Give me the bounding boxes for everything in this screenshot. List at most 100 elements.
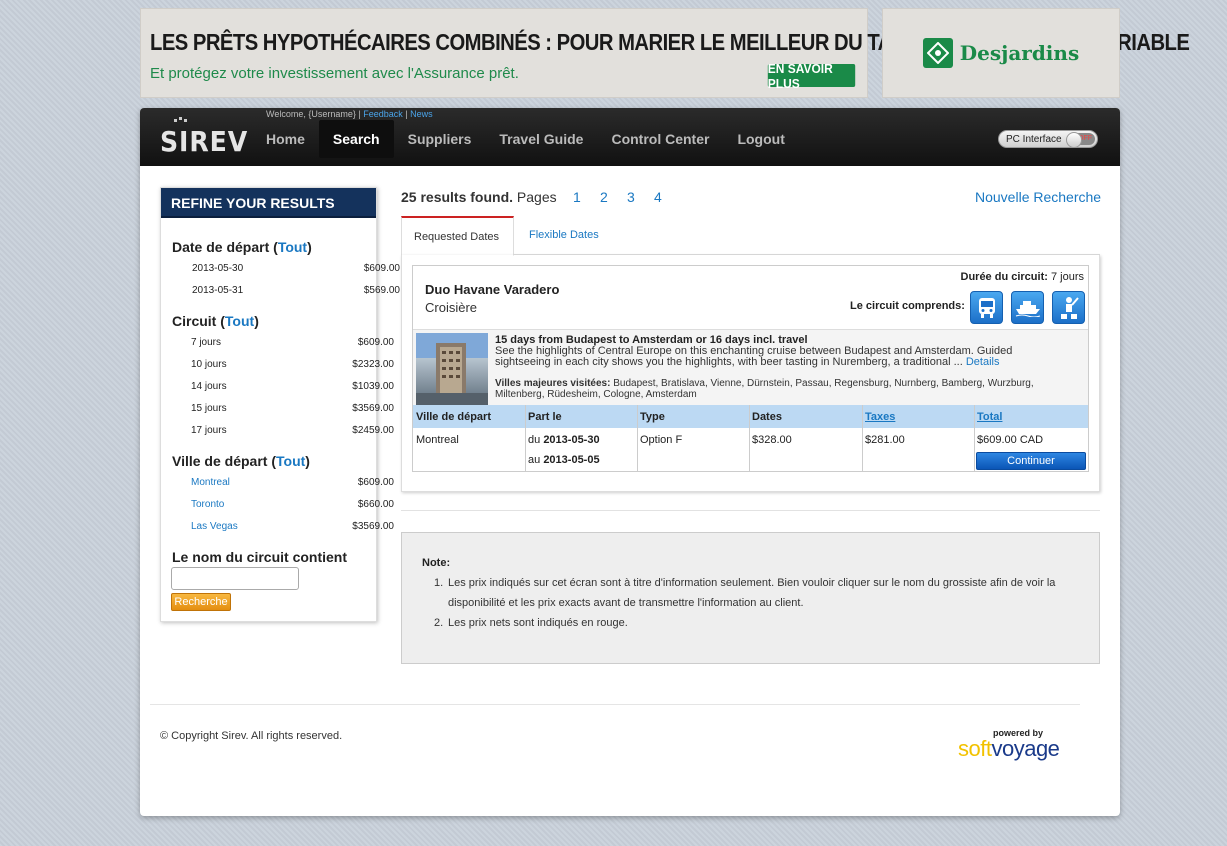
main-nav: Home Search Suppliers Travel Guide Contr… <box>252 120 799 158</box>
row-dates: $328.00 <box>752 434 792 446</box>
row-taxes: $281.00 <box>865 434 905 446</box>
nav-travel-guide[interactable]: Travel Guide <box>485 120 597 158</box>
pc-interface-label: PC Interface <box>1006 134 1062 145</box>
city-price: $3569.00 <box>352 521 394 532</box>
bus-icon <box>970 291 1003 324</box>
welcome-text: Welcome, {Username} | <box>266 109 361 119</box>
city-link[interactable]: Las Vegas <box>191 521 238 532</box>
pages-label: Pages <box>516 189 557 205</box>
main-container: SIREV Welcome, {Username} | Feedback | N… <box>140 108 1120 816</box>
circuit-price: $2459.00 <box>352 425 394 436</box>
results-summary: 25 results found. Pages <box>401 189 557 205</box>
circuit-thumbnail[interactable] <box>416 333 488 405</box>
new-search-link[interactable]: Nouvelle Recherche <box>975 189 1101 205</box>
col-type: Type <box>640 411 665 423</box>
dep-date-price: $609.00 <box>363 263 400 274</box>
logo-dots-icon <box>174 117 187 122</box>
dep-date-all-link[interactable]: Tout <box>278 239 307 255</box>
results-count: 25 results found. <box>401 189 514 205</box>
circuit-price: $609.00 <box>357 337 394 348</box>
col-departure-city: Ville de départ <box>416 411 491 423</box>
page-link[interactable]: 4 <box>654 189 681 205</box>
includes-label: Le circuit comprends: <box>850 300 965 312</box>
top-navbar: SIREV Welcome, {Username} | Feedback | N… <box>140 108 1120 166</box>
nav-suppliers[interactable]: Suppliers <box>394 120 486 158</box>
circuit-price: $3569.00 <box>352 403 394 414</box>
dep-date-value: 2013-05-30 <box>192 263 244 274</box>
desjardins-wordmark: Desjardins <box>959 41 1080 65</box>
filter-circuit-title: Circuit (Tout) <box>172 313 259 329</box>
col-taxes-sort[interactable]: Taxes <box>865 411 895 423</box>
feedback-link[interactable]: Feedback <box>363 109 403 119</box>
date-tabs: Requested Dates Flexible Dates <box>401 216 1100 256</box>
welcome-separator: | <box>405 109 408 119</box>
circuit-name-input[interactable] <box>171 567 299 590</box>
ad-cta-button[interactable]: EN SAVOIR PLUS <box>767 61 856 91</box>
filter-city-title: Ville de départ (Tout) <box>172 453 310 469</box>
ad-subline: Et protégez votre investissement avec l'… <box>150 65 519 82</box>
filter-dep-date-title: Date de départ (Tout) <box>172 239 312 255</box>
city-price: $660.00 <box>357 499 394 510</box>
pagination: 1 2 3 4 <box>573 189 681 205</box>
tab-flexible-dates[interactable]: Flexible Dates <box>517 216 611 255</box>
nav-logout[interactable]: Logout <box>723 120 798 158</box>
price-table-header: Ville de départ Part le Type Dates Taxes… <box>413 405 1088 428</box>
desjardins-logo-icon <box>922 38 953 68</box>
page-link[interactable]: 2 <box>600 189 627 205</box>
filter-name-title: Le nom du circuit contient <box>172 549 348 565</box>
activity-icon <box>1052 291 1085 324</box>
nav-search[interactable]: Search <box>318 120 394 158</box>
circuit-duration: 17 jours <box>191 425 227 436</box>
circuit-all-link[interactable]: Tout <box>225 313 254 329</box>
city-link[interactable]: Toronto <box>191 499 224 510</box>
softvoyage-logo[interactable]: softvoyage <box>958 736 1060 762</box>
circuit-card: Duo Havane Varadero Croisière Durée du c… <box>412 265 1089 472</box>
circuit-duration: Durée du circuit: 7 jours <box>960 271 1085 283</box>
circuit-price: $1039.00 <box>352 381 394 392</box>
note-title: Note: <box>422 557 451 569</box>
row-from: du 2013-05-30 <box>528 434 600 446</box>
circuit-duration: 10 jours <box>191 359 227 370</box>
col-dates: Dates <box>752 411 782 423</box>
row-city: Montreal <box>416 434 459 446</box>
circuit-description: 15 days from Budapest to Amsterdam or 16… <box>413 329 1088 405</box>
news-link[interactable]: News <box>410 109 433 119</box>
row-type: Option F <box>640 434 683 446</box>
city-all-link[interactable]: Tout <box>276 453 305 469</box>
circuit-duration: 15 jours <box>191 403 227 414</box>
col-departs: Part le <box>528 411 562 423</box>
circuit-title[interactable]: Duo Havane Varadero <box>425 282 559 297</box>
results-panel: Duo Havane Varadero Croisière Durée du c… <box>401 255 1100 492</box>
footer-divider <box>150 704 1080 705</box>
mortgage-ad-banner[interactable]: LES PRÊTS HYPOTHÉCAIRES COMBINÉS : POUR … <box>140 8 1190 98</box>
page-link[interactable]: 3 <box>627 189 654 205</box>
continue-button[interactable]: Continuer <box>976 452 1086 470</box>
pc-interface-toggle[interactable]: PC Interface OFF <box>998 130 1098 148</box>
refine-panel: REFINE YOUR RESULTS Date de départ (Tout… <box>160 187 400 622</box>
dep-date-value: 2013-05-31 <box>192 285 244 296</box>
nav-control-center[interactable]: Control Center <box>597 120 723 158</box>
cruise-ship-icon <box>1011 291 1044 324</box>
note-box: Note: 1. Les prix indiqués sur cet écran … <box>401 532 1100 664</box>
tab-requested-dates[interactable]: Requested Dates <box>401 216 514 256</box>
city-link[interactable]: Montreal <box>191 477 230 488</box>
col-total-sort[interactable]: Total <box>977 411 1002 423</box>
city-price: $609.00 <box>357 477 394 488</box>
includes-icons <box>970 291 1085 324</box>
copyright-text: © Copyright Sirev. All rights reserved. <box>160 730 343 742</box>
dep-date-price: $569.00 <box>363 285 400 296</box>
row-total: $609.00 CAD <box>977 434 1044 446</box>
details-link[interactable]: Details <box>966 356 1000 368</box>
circuit-price: $2323.00 <box>352 359 394 370</box>
circuit-type: Croisière <box>425 300 478 315</box>
sirev-logo[interactable]: SIREV <box>160 125 248 158</box>
toggle-switch[interactable]: OFF <box>1066 132 1095 148</box>
welcome-bar: Welcome, {Username} | Feedback | News <box>266 109 433 119</box>
desjardins-ad[interactable]: Desjardins <box>882 8 1120 98</box>
nav-home[interactable]: Home <box>252 120 319 158</box>
refine-search-button[interactable]: Recherche <box>171 593 231 611</box>
page-link[interactable]: 1 <box>573 189 600 205</box>
circuit-duration: 14 jours <box>191 381 227 392</box>
section-divider <box>401 510 1100 511</box>
table-row: Montreal du 2013-05-30 au 2013-05-05 Opt… <box>413 428 1088 472</box>
